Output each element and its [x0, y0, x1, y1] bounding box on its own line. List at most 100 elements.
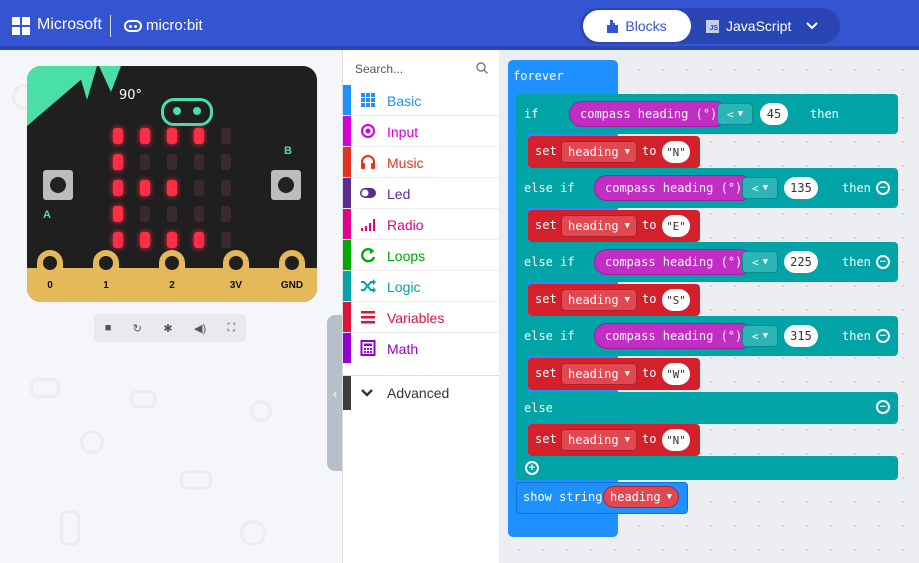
set-label: set: [535, 144, 557, 158]
restart-icon[interactable]: ↻: [133, 322, 142, 335]
toolbox-search[interactable]: Search...: [343, 50, 499, 82]
set-label: set: [535, 366, 557, 380]
variable-reporter[interactable]: heading ▼: [603, 486, 679, 508]
variable-dropdown[interactable]: heading ▼: [561, 363, 637, 385]
comparison-operator-dropdown[interactable]: < ▼: [717, 103, 753, 125]
led: [167, 206, 177, 222]
toolbox-category-loops[interactable]: Loops: [343, 240, 499, 271]
remove-clause-icon[interactable]: −: [876, 400, 890, 414]
to-label: to: [642, 144, 657, 158]
background-doodle: [130, 390, 156, 408]
string-value-input[interactable]: "S": [662, 289, 690, 311]
string-value-input[interactable]: "E": [662, 215, 690, 237]
fullscreen-icon[interactable]: ⛶: [228, 322, 236, 335]
remove-clause-icon[interactable]: −: [876, 329, 890, 343]
string-value-input[interactable]: "N": [662, 141, 690, 163]
led: [140, 180, 150, 196]
led: [194, 206, 204, 222]
top-bar: Microsoft micro:bit Blocks JS JavaScript: [0, 0, 919, 50]
blocks-tab-button[interactable]: Blocks: [583, 10, 691, 42]
debug-icon[interactable]: ✱: [163, 322, 172, 335]
if-label: if: [524, 107, 539, 121]
compass-heading-reporter[interactable]: compass heading (°): [594, 323, 754, 349]
led: [221, 206, 231, 222]
toolbox-category-input[interactable]: Input: [343, 116, 499, 147]
pin-gnd[interactable]: [279, 250, 305, 300]
simulator-toolbar: ■ ↻ ✱ ◀) ⛶: [94, 314, 246, 342]
led: [140, 128, 150, 144]
threshold-number-input[interactable]: 315: [784, 325, 818, 347]
pin-1[interactable]: [93, 250, 119, 300]
background-doodle: [80, 430, 104, 454]
else-label: else: [524, 401, 553, 415]
operator-label: <: [751, 181, 759, 195]
add-clause-icon[interactable]: +: [525, 461, 539, 475]
variable-dropdown[interactable]: heading ▼: [561, 215, 637, 237]
remove-clause-icon[interactable]: −: [876, 181, 890, 195]
toolbox-category-math[interactable]: Math: [343, 333, 499, 364]
string-value-input[interactable]: "W": [662, 363, 690, 385]
comparison-operator-dropdown[interactable]: < ▼: [742, 251, 778, 273]
variable-dropdown[interactable]: heading ▼: [561, 289, 637, 311]
then-label: then: [810, 107, 839, 121]
led: [167, 232, 177, 248]
category-color-bar: [343, 147, 351, 177]
led: [194, 180, 204, 196]
category-color-bar: [343, 302, 351, 332]
toolbox-category-music[interactable]: Music: [343, 147, 499, 178]
pin-label: GND: [280, 280, 304, 291]
toolbox-category-radio[interactable]: Radio: [343, 209, 499, 240]
button-a[interactable]: [43, 170, 73, 200]
variable-dropdown[interactable]: heading ▼: [561, 141, 637, 163]
else-if-label: else if: [524, 255, 575, 269]
variable-name: heading: [568, 219, 619, 233]
remove-clause-icon[interactable]: −: [876, 255, 890, 269]
button-b[interactable]: [271, 170, 301, 200]
else-block[interactable]: [516, 392, 898, 424]
stop-icon[interactable]: ■: [105, 322, 112, 334]
comparison-operator-dropdown[interactable]: < ▼: [742, 325, 778, 347]
target-icon: [361, 124, 375, 138]
collapse-simulator-button[interactable]: ‹: [327, 315, 343, 471]
forever-label: forever: [513, 69, 564, 83]
blocks-workspace[interactable]: forever if compass heading (°) < ▼ 45 the…: [499, 50, 919, 563]
pin-2[interactable]: [159, 250, 185, 300]
pin-0[interactable]: [37, 250, 63, 300]
pin-label: 3V: [229, 280, 243, 291]
threshold-number-input[interactable]: 225: [784, 251, 818, 273]
threshold-number-input[interactable]: 45: [760, 103, 788, 125]
led: [140, 154, 150, 170]
microbit-logo[interactable]: micro:bit: [124, 17, 203, 34]
toolbox-category-led[interactable]: Led: [343, 178, 499, 209]
editor-switcher: Blocks JS JavaScript: [580, 8, 840, 44]
toolbox-category-basic[interactable]: Basic: [343, 85, 499, 116]
toolbox-category-advanced[interactable]: Advanced: [343, 375, 499, 410]
mute-icon[interactable]: ◀): [194, 322, 206, 335]
search-icon[interactable]: [476, 62, 488, 74]
toolbox-category-variables[interactable]: Variables: [343, 302, 499, 333]
language-menu-button[interactable]: [806, 16, 828, 36]
microsoft-brand: Microsoft: [37, 16, 102, 33]
compass-heading-reporter[interactable]: compass heading (°): [569, 101, 729, 127]
category-color-bar: [343, 116, 351, 146]
variable-name: heading: [568, 433, 619, 447]
threshold-number-input[interactable]: 135: [784, 177, 818, 199]
pin-3v[interactable]: [223, 250, 249, 300]
javascript-tab-button[interactable]: JS JavaScript: [706, 10, 791, 42]
if-block-footer[interactable]: [516, 456, 898, 480]
string-value-input[interactable]: "N": [662, 429, 690, 451]
board-logo-touch[interactable]: [161, 98, 213, 126]
compass-heading-label: compass heading (°): [580, 107, 718, 121]
logo-eye: [193, 107, 201, 115]
compass-heading-reporter[interactable]: compass heading (°): [594, 249, 754, 275]
search-input[interactable]: Search...: [355, 62, 403, 76]
comparison-operator-dropdown[interactable]: < ▼: [742, 177, 778, 199]
set-label: set: [535, 432, 557, 446]
calculator-icon: [360, 340, 376, 356]
to-label: to: [642, 292, 657, 306]
compass-heading-reporter[interactable]: compass heading (°): [594, 175, 754, 201]
toolbox-category-logic[interactable]: Logic: [343, 271, 499, 302]
variable-dropdown[interactable]: heading ▼: [561, 429, 637, 451]
compass-heading-label: compass heading (°): [605, 181, 743, 195]
caret-down-icon: ▼: [737, 109, 744, 119]
